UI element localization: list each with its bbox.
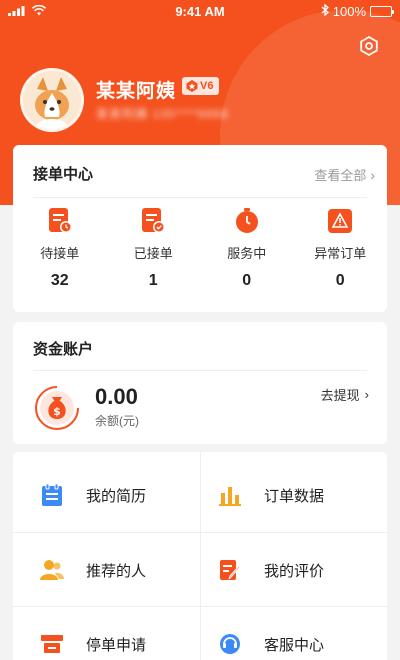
- menu-referral-label: 推荐的人: [86, 562, 147, 580]
- status-bar: 9:41 AM 100%: [0, 0, 400, 24]
- funds-card: 资金账户 $ 0.00 余额(元) 去提现 ›: [13, 322, 387, 444]
- order-center-title: 接单中心: [33, 166, 94, 183]
- stat-accepted[interactable]: 已接单 1: [107, 207, 201, 290]
- menu-resume-label: 我的简历: [86, 487, 147, 505]
- chevron-right-icon: ›: [364, 387, 369, 402]
- stat-abnormal[interactable]: 异常订单 0: [294, 207, 388, 290]
- menu-pause-order-label: 停单申请: [86, 636, 147, 654]
- stat-accepted-value: 1: [148, 272, 158, 289]
- resume-icon: [40, 483, 64, 507]
- bluetooth-icon: [321, 3, 329, 19]
- order-stats: 待接单 32 已接单 1 服务中 0 异常订单 0: [13, 207, 387, 290]
- level-text: V6: [200, 80, 214, 92]
- pending-order-icon: [47, 207, 73, 235]
- order-center-card: 接单中心 查看全部 › 待接单 32 已接单 1 服务中 0 异常订单 0: [13, 145, 387, 312]
- pause-order-icon: [40, 632, 64, 656]
- battery-icon: [370, 6, 394, 17]
- stat-in-service-value: 0: [242, 272, 252, 289]
- battery-percent: 100%: [332, 4, 366, 19]
- stat-abnormal-value: 0: [335, 272, 345, 289]
- menu-grid: 我的简历 订单数据 推荐的人 我的评价 停单申请 客服中心: [13, 452, 387, 660]
- avatar[interactable]: [20, 68, 84, 132]
- referral-icon: [40, 558, 64, 582]
- menu-order-data[interactable]: 订单数据: [200, 458, 387, 532]
- order-data-icon: [218, 483, 242, 507]
- user-phone: 某某阿姨 135****8888: [96, 107, 229, 121]
- in-service-icon: [234, 207, 260, 235]
- view-all-label: 查看全部: [314, 168, 367, 183]
- stat-pending[interactable]: 待接单 32: [13, 207, 107, 290]
- withdraw-label: 去提现: [320, 388, 360, 403]
- withdraw-button[interactable]: 去提现 ›: [321, 385, 369, 404]
- stat-pending-label: 待接单: [40, 246, 80, 261]
- view-all-button[interactable]: 查看全部 ›: [314, 165, 375, 184]
- chevron-right-icon: ›: [370, 166, 375, 183]
- stat-accepted-label: 已接单: [133, 246, 173, 261]
- svg-text:$: $: [53, 405, 61, 418]
- stat-abnormal-label: 异常订单: [314, 246, 367, 261]
- menu-customer-service[interactable]: 客服中心: [200, 607, 387, 660]
- level-badge: V6: [182, 77, 220, 95]
- abnormal-order-icon: [327, 207, 353, 235]
- user-name: 某某阿姨: [96, 81, 177, 102]
- menu-review-label: 我的评价: [264, 562, 325, 580]
- menu-resume[interactable]: 我的简历: [13, 458, 200, 532]
- menu-referral[interactable]: 推荐的人: [13, 533, 200, 607]
- review-icon: [218, 558, 242, 582]
- corgi-avatar-icon: [23, 71, 81, 129]
- menu-review[interactable]: 我的评价: [200, 533, 387, 607]
- funds-title: 资金账户: [33, 341, 94, 358]
- balance-label: 余额(元): [95, 414, 139, 428]
- divider: [33, 370, 367, 371]
- money-bag-icon: $: [33, 384, 81, 432]
- stat-in-service[interactable]: 服务中 0: [200, 207, 294, 290]
- balance-amount: 0.00: [95, 384, 138, 409]
- menu-pause-order[interactable]: 停单申请: [13, 607, 200, 660]
- menu-customer-service-label: 客服中心: [264, 636, 325, 654]
- settings-icon[interactable]: [358, 35, 380, 57]
- customer-service-icon: [218, 632, 242, 656]
- stat-pending-value: 32: [50, 272, 69, 289]
- level-gem-icon: [185, 79, 199, 93]
- accepted-order-icon: [140, 207, 166, 235]
- stat-in-service-label: 服务中: [227, 246, 267, 261]
- menu-order-data-label: 订单数据: [264, 487, 325, 505]
- divider: [33, 197, 367, 198]
